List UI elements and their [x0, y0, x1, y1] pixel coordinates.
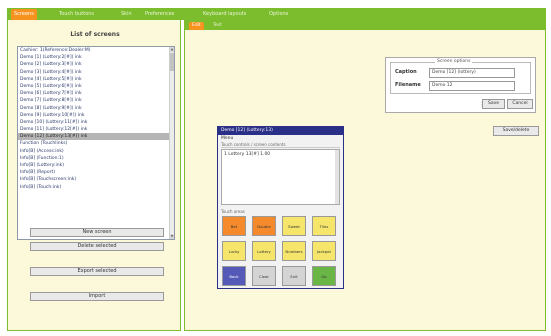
new-screen-button[interactable]: New screen	[30, 228, 164, 237]
preview-section-label: Touch controls / screen contents	[221, 142, 340, 148]
tab-keyboard-layouts[interactable]: Keyboard layouts	[203, 10, 246, 19]
preview-text-line: 1 Lottery 13[#] 1.00	[224, 152, 271, 157]
screen-list[interactable]: Cashier: 1(Reference:Dealer:M) Demo [1] …	[17, 46, 175, 240]
scroll-down-icon[interactable]: ▼	[170, 234, 174, 239]
panel-title: List of screens	[70, 31, 120, 38]
list-item[interactable]: Demo [9] (Lottery:10[#]) ink	[18, 112, 174, 119]
key-jackpot-button[interactable]: Jackpot	[312, 241, 336, 261]
key-tiles-button[interactable]: Tiles	[312, 216, 336, 236]
filename-input[interactable]: Demo 12	[429, 81, 515, 91]
list-item[interactable]: Info[B] (Touch:ink)	[18, 184, 174, 191]
import-button[interactable]: Import	[30, 292, 164, 301]
key-numbers-button[interactable]: Numbers	[282, 241, 306, 261]
screen-options-legend: Screen options	[435, 59, 473, 64]
delete-selected-button[interactable]: Delete selected	[30, 242, 164, 251]
preview-menu[interactable]: Menu	[221, 136, 233, 141]
list-item[interactable]: Info[B] (Access:ink)	[18, 148, 174, 155]
list-item-selected[interactable]: Demo [12] (Lottery:13[#]) ink	[18, 133, 174, 141]
editor-panel: Edit Test Screen options Caption Demo [1…	[184, 20, 546, 331]
list-item[interactable]: Demo [7] (Lottery:8[#]) ink	[18, 97, 174, 104]
key-sweet-button[interactable]: Sweet	[282, 216, 306, 236]
list-item[interactable]: Demo [5] (Lottery:6[#]) ink	[18, 83, 174, 90]
caption-label: Caption	[395, 69, 417, 75]
tab-options[interactable]: Options	[269, 10, 288, 19]
list-item[interactable]: Info[B] (Report)	[18, 169, 174, 176]
tab-preferences[interactable]: Preferences	[145, 10, 174, 19]
key-clear-button[interactable]: Clear	[252, 266, 276, 286]
preview-text-area[interactable]: 1 Lottery 13[#] 1.00	[221, 149, 340, 205]
save-delete-button[interactable]: Save/delete	[493, 126, 539, 136]
list-item[interactable]: Demo [4] (Lottery:5[#]) ink	[18, 76, 174, 83]
caption-input[interactable]: Demo [12] (lottery)	[429, 68, 515, 78]
key-back-button[interactable]: Back	[222, 266, 246, 286]
list-item[interactable]: Info[B] (Function:1)	[18, 155, 174, 162]
filename-label: Filename	[395, 82, 421, 88]
screen-options-box: Screen options Caption Demo [12] (lotter…	[385, 57, 536, 113]
list-item[interactable]: Demo [11] (Lottery:12[#]) ink	[18, 126, 174, 133]
sub-tab-bar: Edit Test	[185, 20, 545, 30]
tab-touch-buttons[interactable]: Touch buttons	[59, 10, 94, 19]
touch-areas-label: Touch areas	[221, 209, 245, 214]
key-lucky-button[interactable]: Lucky	[222, 241, 246, 261]
preview-scrollbar[interactable]	[335, 150, 339, 204]
save-button[interactable]: Save	[482, 99, 505, 109]
list-scrollbar[interactable]: ▲ ▼	[169, 47, 174, 239]
key-double-button[interactable]: Double	[252, 216, 276, 236]
list-item[interactable]: Demo [8] (Lottery:9[#]) ink	[18, 105, 174, 112]
tab-test[interactable]: Test	[213, 22, 222, 30]
list-item[interactable]: Info[B] (Touchscreen:ink)	[18, 176, 174, 183]
screens-panel: List of screens Cashier: 1(Reference:Dea…	[7, 20, 181, 331]
list-item[interactable]: Cashier: 1(Reference:Dealer:M)	[18, 47, 174, 54]
top-menu-bar: Screens Touch buttons Skin Preferences K…	[7, 8, 546, 20]
key-lottery-button[interactable]: Lottery	[252, 241, 276, 261]
list-item[interactable]: Demo [1] (Lottery:2[#]) ink	[18, 54, 174, 61]
screen-options-fieldset: Screen options Caption Demo [12] (lotter…	[390, 59, 531, 94]
list-item[interactable]: Demo [10] (Lottery:11[#]) ink	[18, 119, 174, 126]
screen-preview-window[interactable]: Demo [12] (Lottery:13) Menu Touch contro…	[217, 126, 344, 289]
tab-screens[interactable]: Screens	[11, 9, 37, 20]
tab-edit[interactable]: Edit	[189, 22, 204, 30]
preview-title-bar[interactable]: Demo [12] (Lottery:13)	[218, 127, 343, 135]
list-item[interactable]: Function (Touchlinks)	[18, 140, 174, 147]
key-go-button[interactable]: Go	[312, 266, 336, 286]
list-item[interactable]: Demo [2] (Lottery:3[#]) ink	[18, 61, 174, 68]
key-bet-button[interactable]: Bet	[222, 216, 246, 236]
cancel-button[interactable]: Cancel	[507, 99, 533, 109]
export-selected-button[interactable]: Export selected	[30, 267, 164, 276]
scroll-up-icon[interactable]: ▲	[170, 47, 174, 52]
key-exit-button[interactable]: Exit	[282, 266, 306, 286]
list-item[interactable]: Info[B] (Lottery:ink)	[18, 162, 174, 169]
scroll-thumb[interactable]	[170, 53, 174, 71]
list-item[interactable]: Demo [6] (Lottery:7[#]) ink	[18, 90, 174, 97]
list-item[interactable]: Demo [3] (Lottery:4[#]) ink	[18, 69, 174, 76]
tab-skin[interactable]: Skin	[121, 10, 132, 19]
